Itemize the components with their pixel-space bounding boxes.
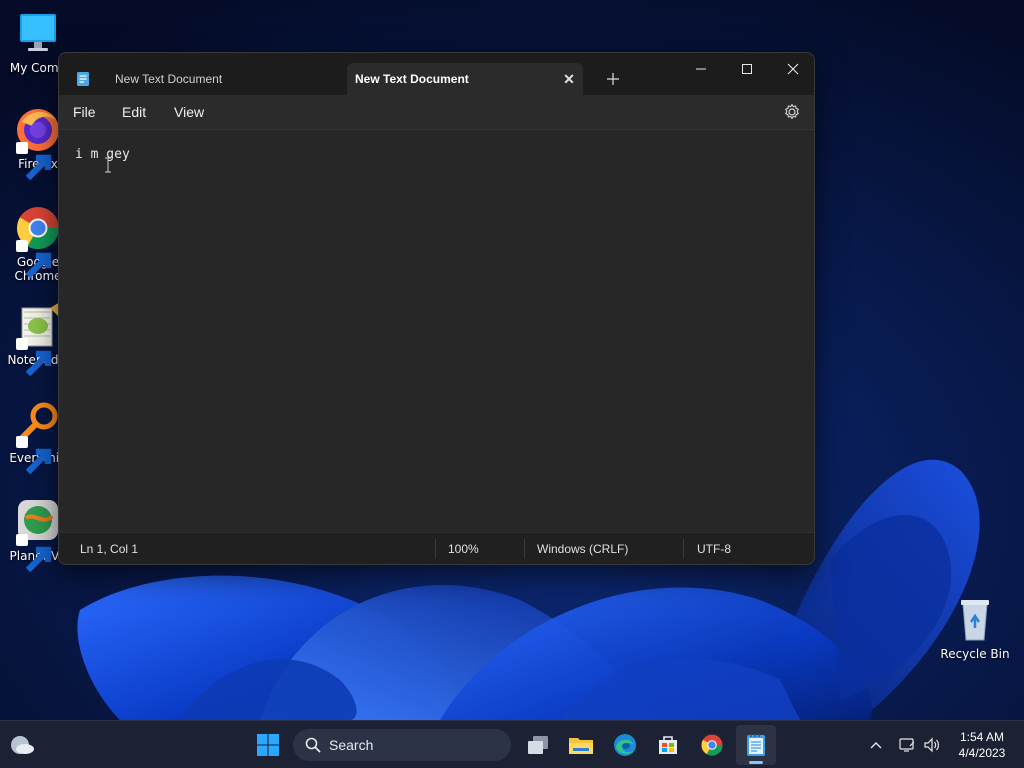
planet-vpn-icon (14, 498, 62, 573)
shortcut-arrow-icon (16, 338, 52, 377)
task-view-button[interactable] (518, 725, 558, 765)
gear-icon (785, 103, 799, 120)
clock[interactable]: 1:54 AM 4/4/2023 (948, 729, 1016, 761)
store-button[interactable] (648, 725, 688, 765)
store-icon (659, 736, 677, 754)
volume-button[interactable] (920, 733, 944, 757)
tab-title: New Text Document (355, 72, 469, 86)
menu-edit[interactable]: Edit (122, 104, 146, 120)
weather-icon (11, 736, 34, 754)
chrome-icon (701, 734, 723, 756)
encoding: UTF-8 (697, 542, 731, 556)
notepad-plus-plus-icon (14, 302, 62, 377)
cursor-position: Ln 1, Col 1 (80, 542, 139, 556)
notepad-icon (77, 72, 89, 86)
network-button[interactable] (895, 733, 919, 757)
edge-icon (614, 734, 636, 756)
chrome-taskbar-button[interactable] (692, 725, 732, 765)
network-icon (899, 738, 915, 752)
task-view-icon (528, 736, 548, 754)
status-divider (524, 539, 525, 559)
computer-icon (14, 10, 62, 58)
text-editor[interactable]: i m gey (59, 129, 814, 533)
shortcut-arrow-icon (16, 240, 52, 279)
notepad-window: New Text Document New Text Document ✕ Fi… (58, 52, 815, 565)
close-window-button[interactable] (770, 53, 814, 85)
line-ending: Windows (CRLF) (537, 542, 629, 556)
chevron-up-icon (870, 742, 882, 749)
weather-widget[interactable] (2, 725, 42, 765)
clock-date: 4/4/2023 (958, 746, 1006, 760)
menu-view[interactable]: View (174, 104, 204, 120)
menu-file[interactable]: File (73, 104, 96, 120)
notepad-taskbar-button[interactable] (736, 725, 776, 765)
start-icon (257, 734, 279, 756)
show-hidden-icons-button[interactable] (864, 733, 888, 757)
chrome-icon (14, 204, 62, 279)
clock-time: 1:54 AM (959, 730, 1005, 744)
minimize-icon (696, 68, 706, 70)
status-bar: Ln 1, Col 1 100% Windows (CRLF) UTF-8 (59, 532, 814, 564)
tab-title: New Text Document (115, 72, 223, 86)
taskbar: Search 1:54 AM 4/4/2023 (0, 720, 1024, 768)
new-tab-button[interactable] (599, 65, 627, 93)
tab-close-button[interactable]: ✕ (555, 65, 583, 93)
shortcut-arrow-icon (16, 142, 52, 181)
title-bar[interactable]: New Text Document New Text Document ✕ (59, 53, 814, 95)
maximize-button[interactable] (724, 53, 770, 85)
everything-search-icon (14, 400, 62, 475)
settings-button[interactable] (782, 102, 802, 122)
start-button[interactable] (248, 725, 288, 765)
desktop-icon-recycle-bin[interactable]: Recycle Bin (937, 596, 1013, 661)
minimize-button[interactable] (678, 53, 724, 85)
recycle-bin-icon (951, 596, 999, 644)
search-icon (305, 737, 321, 753)
close-icon (787, 63, 799, 75)
volume-icon (924, 737, 939, 753)
i-beam-cursor-icon (105, 157, 111, 173)
desktop-icon-label: Recycle Bin (940, 647, 1010, 661)
plus-icon (607, 73, 619, 85)
maximize-icon (742, 64, 752, 74)
taskbar-search[interactable]: Search (293, 729, 511, 761)
menu-bar: File Edit View (59, 95, 814, 129)
tab-new-text-document-1[interactable]: New Text Document (67, 63, 347, 95)
firefox-icon (14, 106, 62, 181)
editor-content[interactable]: i m gey (75, 147, 130, 162)
shortcut-arrow-icon (16, 436, 52, 475)
edge-button[interactable] (605, 725, 645, 765)
status-divider (435, 539, 436, 559)
search-placeholder: Search (329, 737, 374, 753)
zoom-level: 100% (448, 542, 479, 556)
file-explorer-button[interactable] (561, 725, 601, 765)
shortcut-arrow-icon (16, 534, 52, 573)
active-app-indicator (749, 761, 763, 764)
notepad-icon (747, 734, 765, 756)
status-divider (683, 539, 684, 559)
file-explorer-icon (569, 738, 593, 754)
tab-new-text-document-2[interactable]: New Text Document ✕ (347, 63, 583, 95)
